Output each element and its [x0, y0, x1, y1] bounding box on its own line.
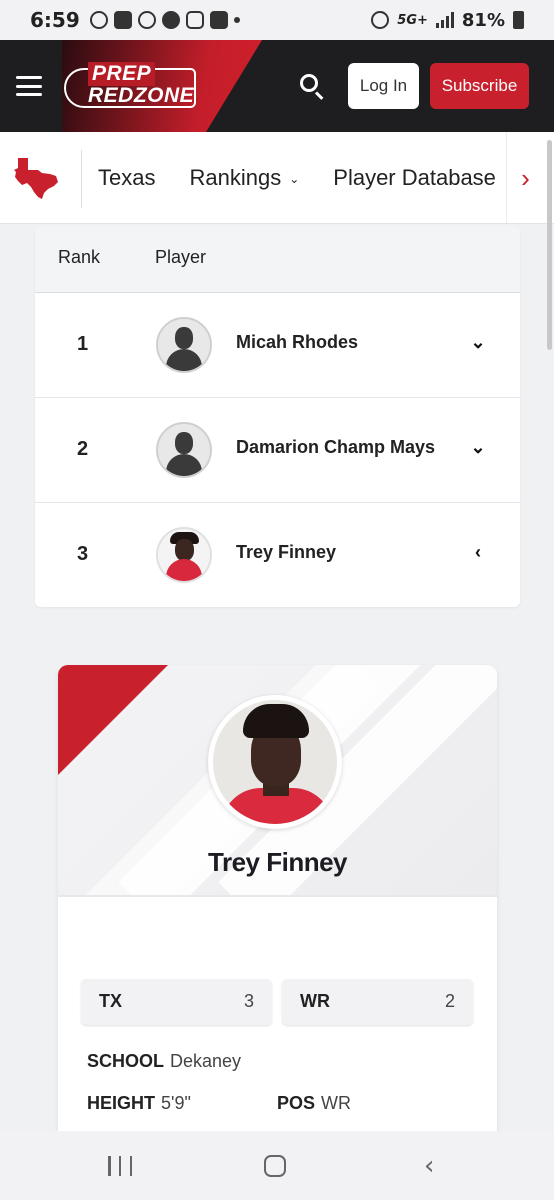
position-rank-chip[interactable]: WR 2 — [282, 979, 473, 1025]
recent-apps-icon[interactable] — [108, 1156, 132, 1176]
logo-text-top: PREP — [88, 62, 156, 86]
back-icon[interactable]: ‹ — [424, 1151, 434, 1181]
chevron-left-icon[interactable]: ‹ — [467, 541, 489, 563]
player-name[interactable]: Trey Finney — [236, 542, 336, 563]
cloud-icon — [161, 11, 180, 29]
subnav-items: Texas Rankings ⌄ Player Database — [98, 132, 496, 223]
mail-icon — [209, 11, 228, 29]
state-rank-chip[interactable]: TX 3 — [81, 979, 272, 1025]
system-navigation-bar: ‹ — [0, 1131, 554, 1200]
avatar-placeholder-icon — [156, 422, 212, 478]
voicemail-icon — [185, 11, 204, 29]
notification-icons — [89, 11, 240, 29]
chevron-down-icon: ⌄ — [289, 172, 300, 187]
pos-label: POS — [277, 1093, 316, 1113]
more-notifications-icon — [233, 17, 240, 23]
page-scrollbar[interactable] — [547, 140, 552, 350]
chevron-down-icon[interactable]: ⌄ — [467, 436, 489, 458]
player-photo-thumbnail — [156, 527, 212, 583]
logo-text-bottom: REDZONE — [88, 84, 195, 107]
texas-state-icon[interactable] — [12, 156, 60, 200]
red-corner-accent — [58, 665, 168, 775]
status-bar: 6:59 5G+ 81% — [0, 0, 554, 40]
chevron-right-icon[interactable]: › — [506, 132, 544, 223]
player-profile-card: Trey Finney TX 3 WR 2 SCHOOL Dekaney HEIG… — [58, 665, 497, 1145]
column-header-player: Player — [155, 247, 207, 267]
player-rank: 2 — [77, 438, 89, 460]
card-header: Trey Finney — [58, 665, 497, 897]
menu-icon[interactable] — [16, 76, 42, 96]
subnav-item-player-database[interactable]: Player Database — [333, 165, 496, 191]
youtube-icon — [113, 11, 132, 29]
table-row[interactable]: 3 Trey Finney ‹ — [35, 503, 520, 607]
avatar-placeholder-icon — [156, 317, 212, 373]
height-value: 5'9" — [161, 1093, 191, 1113]
alarm-icon — [371, 11, 390, 29]
chip-value: 2 — [444, 991, 455, 1011]
chevron-down-icon[interactable]: ⌄ — [467, 331, 489, 353]
height-label: HEIGHT — [87, 1093, 156, 1113]
player-photo — [208, 695, 342, 829]
site-header: PREP REDZONE Log In Subscribe — [0, 40, 554, 132]
subscribe-button[interactable]: Subscribe — [430, 63, 529, 109]
player-rank: 1 — [77, 333, 89, 355]
subnav-item-rankings[interactable]: Rankings ⌄ — [189, 165, 299, 191]
network-type: 5G+ — [397, 12, 428, 28]
subnav-item-texas[interactable]: Texas — [98, 165, 155, 191]
chip-label: WR — [300, 991, 330, 1011]
prep-redzone-logo[interactable]: PREP REDZONE — [64, 62, 198, 110]
position-info: POS WR — [277, 1093, 351, 1114]
school-label: SCHOOL — [87, 1051, 165, 1071]
subnav-divider — [81, 150, 82, 208]
signal-icon — [435, 12, 454, 28]
rankings-table: Rank Player 1 Micah Rhodes ⌄ 2 Damarion … — [35, 226, 520, 607]
player-name[interactable]: Damarion Champ Mays — [236, 437, 435, 458]
state-subnav: Texas Rankings ⌄ Player Database › — [0, 132, 554, 224]
subnav-item-rankings-label: Rankings — [189, 165, 282, 190]
pos-value: WR — [321, 1093, 352, 1113]
instagram-icon — [89, 11, 108, 29]
table-header: Rank Player — [35, 226, 520, 293]
height-info: HEIGHT 5'9" — [87, 1093, 191, 1114]
player-rank: 3 — [77, 543, 89, 565]
school-value: Dekaney — [170, 1051, 242, 1071]
chip-value: 3 — [243, 991, 254, 1011]
chip-label: TX — [99, 991, 123, 1011]
player-name[interactable]: Micah Rhodes — [236, 332, 358, 353]
battery-percent: 81% — [461, 9, 505, 31]
home-icon[interactable] — [264, 1155, 286, 1177]
status-time: 6:59 — [30, 8, 80, 32]
instagram-icon — [137, 11, 156, 29]
battery-icon — [513, 11, 524, 29]
table-row[interactable]: 2 Damarion Champ Mays ⌄ — [35, 398, 520, 503]
column-header-rank: Rank — [58, 247, 101, 267]
search-icon[interactable] — [298, 72, 326, 100]
table-row[interactable]: 1 Micah Rhodes ⌄ — [35, 293, 520, 398]
school-info: SCHOOL Dekaney — [87, 1051, 241, 1072]
player-card-name: Trey Finney — [208, 847, 348, 877]
login-button[interactable]: Log In — [348, 63, 419, 109]
